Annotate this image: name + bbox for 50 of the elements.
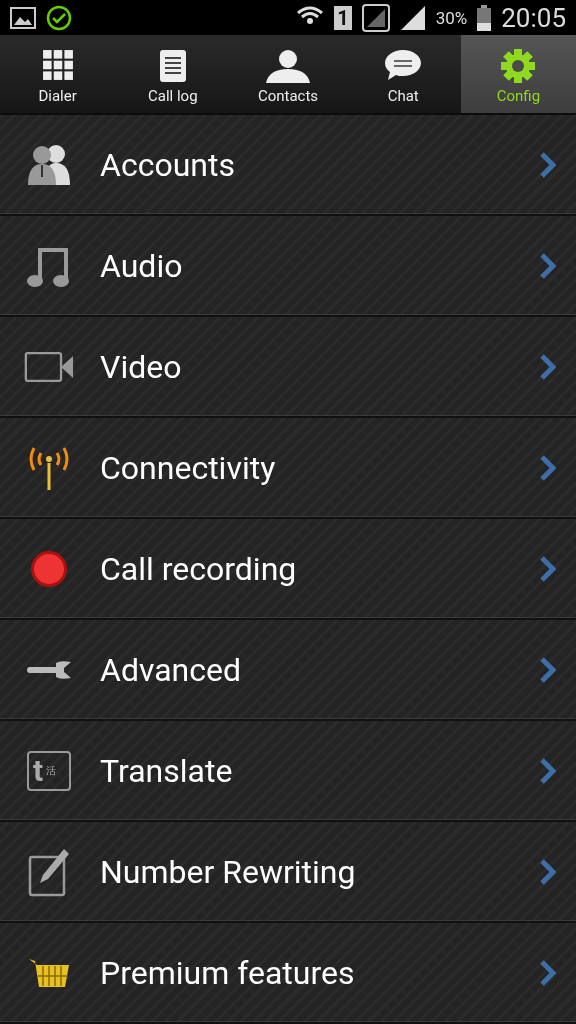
dial-pad-icon bbox=[41, 49, 74, 82]
video-camera-icon bbox=[24, 349, 74, 384]
menu-label: Premium features bbox=[100, 953, 356, 992]
clock: 20:05 bbox=[501, 2, 566, 33]
tab[interactable]: Dialer bbox=[0, 35, 116, 113]
tab[interactable]: Contacts bbox=[230, 35, 346, 113]
sim-slot-badge: 1 bbox=[334, 5, 352, 30]
menu-label: Accounts bbox=[100, 145, 236, 184]
picture-icon bbox=[10, 6, 36, 29]
menu-row[interactable]: Advanced bbox=[0, 620, 576, 721]
chevron-right-icon bbox=[540, 252, 556, 279]
shopping-basket-icon bbox=[27, 956, 71, 989]
signal-icon bbox=[361, 3, 390, 32]
chevron-right-icon bbox=[540, 555, 556, 582]
menu-label: Video bbox=[100, 347, 183, 386]
tab[interactable]: Call log bbox=[115, 35, 231, 113]
tab[interactable]: Config bbox=[460, 35, 576, 113]
menu-row[interactable]: Connectivity bbox=[0, 418, 576, 519]
chevron-right-icon bbox=[540, 151, 556, 178]
menu-row[interactable]: Number Rewriting bbox=[0, 822, 576, 923]
chevron-right-icon bbox=[540, 656, 556, 683]
chevron-right-icon bbox=[540, 757, 556, 784]
menu-label: Connectivity bbox=[100, 448, 277, 487]
menu-row[interactable]: Accounts bbox=[0, 115, 576, 216]
menu-row[interactable]: Video bbox=[0, 317, 576, 418]
wrench-icon bbox=[26, 659, 72, 680]
menu-label: Number Rewriting bbox=[100, 852, 357, 891]
menu-label: Audio bbox=[100, 246, 184, 285]
tab[interactable]: Chat bbox=[345, 35, 461, 113]
chevron-right-icon bbox=[540, 959, 556, 986]
chevron-right-icon bbox=[540, 353, 556, 380]
record-icon bbox=[30, 549, 68, 588]
chevron-right-icon bbox=[540, 454, 556, 481]
battery-icon bbox=[477, 4, 492, 31]
menu-label: Call recording bbox=[100, 549, 298, 588]
battery-percent: 30% bbox=[435, 7, 468, 28]
edit-icon bbox=[28, 846, 70, 897]
gear-icon bbox=[501, 49, 536, 84]
document-icon bbox=[158, 49, 187, 84]
chevron-right-icon bbox=[540, 858, 556, 885]
signal-icon bbox=[399, 4, 426, 31]
menu-row[interactable]: Audio bbox=[0, 216, 576, 317]
menu-row[interactable]: Premium features bbox=[0, 923, 576, 1024]
menu-label: Translate bbox=[100, 751, 234, 790]
speech-bubble-icon bbox=[384, 49, 423, 82]
check-circle-icon bbox=[46, 4, 72, 31]
menu-label: Advanced bbox=[100, 650, 243, 689]
people-icon bbox=[26, 142, 72, 187]
menu-row[interactable]: Call recording bbox=[0, 519, 576, 620]
person-icon bbox=[265, 49, 311, 84]
